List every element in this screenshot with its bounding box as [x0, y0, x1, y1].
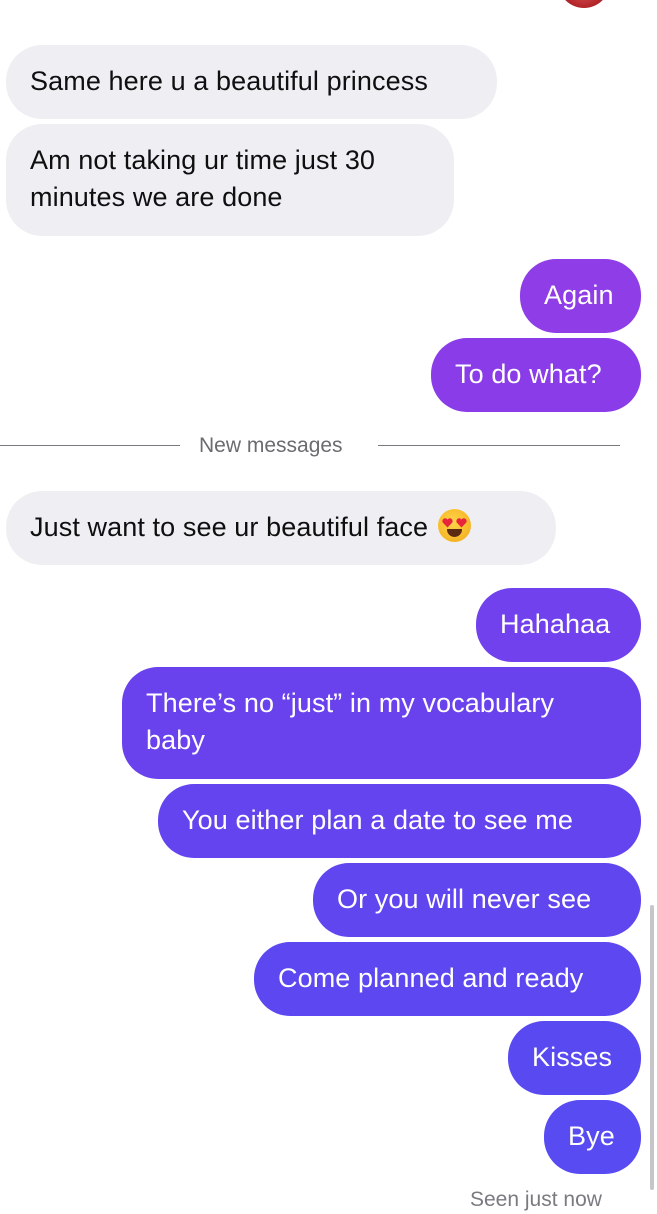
message-text: You either plan a date to see me	[182, 805, 573, 835]
message-bubble-outgoing[interactable]: You either plan a date to see me	[158, 784, 641, 858]
message-bubble-outgoing[interactable]: Again	[520, 259, 641, 333]
divider-line-left	[0, 445, 180, 446]
message-bubble-incoming[interactable]: Just want to see ur beautiful face	[6, 491, 556, 565]
message-text: There’s no “just” in my vocabulary baby	[146, 688, 555, 755]
divider-line-right	[378, 445, 620, 446]
message-bubble-outgoing[interactable]: Kisses	[508, 1021, 641, 1095]
message-text: Again	[544, 280, 614, 310]
message-bubble-incoming[interactable]: Am not taking ur time just 30 minutes we…	[6, 124, 454, 236]
message-text: Kisses	[532, 1042, 613, 1072]
contact-avatar[interactable]	[558, 0, 610, 8]
message-text: Bye	[568, 1121, 615, 1151]
heart-eyes-emoji-icon	[438, 509, 472, 542]
message-bubble-outgoing[interactable]: Bye	[544, 1100, 641, 1174]
new-messages-divider: New messages	[199, 434, 343, 457]
message-bubble-outgoing[interactable]: Hahahaa	[476, 588, 641, 662]
message-text: Just want to see ur beautiful face	[30, 512, 429, 542]
message-bubble-outgoing[interactable]: To do what?	[431, 338, 641, 412]
message-bubble-incoming[interactable]: Same here u a beautiful princess	[6, 45, 497, 119]
message-text: Same here u a beautiful princess	[30, 66, 428, 96]
message-text: Hahahaa	[500, 609, 611, 639]
message-text: To do what?	[455, 359, 602, 389]
message-text: Come planned and ready	[278, 963, 584, 993]
message-bubble-outgoing[interactable]: Or you will never see	[313, 863, 641, 937]
message-text: Or you will never see	[337, 884, 592, 914]
scrollbar[interactable]	[650, 905, 654, 1190]
message-text: Am not taking ur time just 30 minutes we…	[30, 145, 376, 212]
message-bubble-outgoing[interactable]: There’s no “just” in my vocabulary baby	[122, 667, 641, 779]
message-bubble-outgoing[interactable]: Come planned and ready	[254, 942, 641, 1016]
seen-status: Seen just now	[470, 1188, 602, 1211]
